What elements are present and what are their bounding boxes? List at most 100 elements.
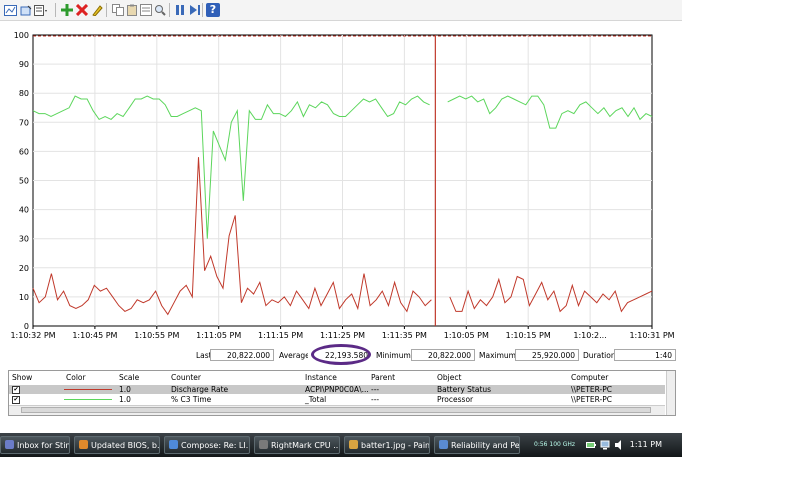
column-header-counter[interactable]: Counter	[171, 373, 201, 382]
task-label: Updated BIOS, b...	[91, 441, 160, 450]
minimum-label: Minimum	[376, 351, 411, 360]
y-tick-label: 50	[19, 177, 29, 186]
taskbar-button[interactable]: Inbox for Stinger...	[0, 436, 70, 454]
add-counter-icon[interactable]	[60, 3, 74, 17]
y-tick-label: 60	[19, 147, 29, 156]
average-highlight-circle	[311, 344, 371, 365]
x-tick-label: 1:10:05 PM	[444, 331, 489, 340]
battery-icon[interactable]	[586, 440, 596, 452]
paste-icon[interactable]	[125, 3, 139, 17]
scale-cell: 1.0	[119, 395, 131, 404]
y-tick-label: 40	[19, 206, 29, 215]
taskbar-button[interactable]: Updated BIOS, b...	[74, 436, 160, 454]
x-tick-label: 1:11:25 PM	[320, 331, 365, 340]
y-tick-label: 70	[19, 118, 29, 127]
scale-cell: 1.0	[119, 385, 131, 394]
taskbar-button[interactable]: Compose: Re: LI...	[164, 436, 250, 454]
pause-icon[interactable]	[173, 3, 187, 17]
horizontal-scroll-thumb[interactable]	[21, 407, 651, 413]
toolbar: ?	[0, 0, 682, 21]
app-icon	[5, 440, 14, 449]
table-row[interactable]: ✔ 1.0 Discharge Rate ACPI\PNP0C0A\... --…	[9, 385, 665, 394]
object-cell: Battery Status	[437, 385, 492, 394]
task-label: Inbox for Stinger...	[17, 441, 70, 450]
toolbar-separator	[55, 3, 56, 17]
view-report-icon[interactable]	[34, 3, 48, 17]
y-tick-label: 10	[19, 293, 29, 302]
average-label: Average	[279, 351, 310, 360]
column-header-object[interactable]: Object	[437, 373, 461, 382]
counter-cell: Discharge Rate	[171, 385, 229, 394]
computer-cell: \\PETER-PC	[571, 395, 613, 404]
y-tick-label: 30	[19, 235, 29, 244]
duration-label: Duration	[583, 351, 616, 360]
help-label: ?	[209, 3, 217, 16]
system-tray: 0:56 100 GHz 1:11 PM	[530, 436, 682, 454]
column-header-scale[interactable]: Scale	[119, 373, 139, 382]
table-row[interactable]: ✔ 1.0 % C3 Time _Total --- Processor \\P…	[9, 395, 665, 404]
task-label: batter1.jpg - Paint	[361, 441, 430, 450]
toolbar-separator	[169, 3, 170, 17]
x-tick-label: 1:11:05 PM	[196, 331, 241, 340]
y-tick-label: 80	[19, 89, 29, 98]
last-value: 20,822.000	[210, 349, 274, 361]
vertical-scrollbar[interactable]	[666, 371, 675, 415]
minimum-value: 20,822.000	[411, 349, 475, 361]
task-label: RightMark CPU ...	[271, 441, 340, 450]
x-tick-label: 1:10:2...	[573, 331, 606, 340]
app-icon	[439, 440, 448, 449]
parent-cell: ---	[371, 385, 380, 394]
copy-icon[interactable]	[111, 3, 125, 17]
task-label: Reliability and Pe...	[451, 441, 520, 450]
toolbar-separator	[202, 3, 203, 17]
app-icon	[259, 440, 268, 449]
computer-cell: \\PETER-PC	[571, 385, 613, 394]
instance-cell: _Total	[305, 395, 327, 404]
y-tick-label: 100	[14, 31, 29, 40]
taskbar-button[interactable]: batter1.jpg - Paint	[344, 436, 430, 454]
y-tick-label: 90	[19, 60, 29, 69]
x-tick-label: 1:10:32 PM	[10, 331, 55, 340]
column-header-computer[interactable]: Computer	[571, 373, 608, 382]
color-swatch	[64, 389, 112, 390]
x-tick-label: 1:11:35 PM	[382, 331, 427, 340]
x-tick-label: 1:10:55 PM	[134, 331, 179, 340]
column-header-parent[interactable]: Parent	[371, 373, 395, 382]
horizontal-scrollbar[interactable]	[9, 405, 665, 415]
column-header-show[interactable]: Show	[12, 373, 32, 382]
instance-cell: ACPI\PNP0C0A\...	[305, 385, 369, 394]
column-header-color[interactable]: Color	[66, 373, 86, 382]
taskbar-button[interactable]: Reliability and Pe...	[434, 436, 520, 454]
taskbar-button[interactable]: RightMark CPU ...	[254, 436, 340, 454]
show-checkbox[interactable]: ✔	[12, 386, 20, 394]
counter-cell: % C3 Time	[171, 395, 212, 404]
next-icon[interactable]	[188, 3, 202, 17]
x-tick-label: 1:10:15 PM	[506, 331, 551, 340]
tray-meter: 0:56 100 GHz	[534, 441, 576, 448]
help-icon[interactable]: ?	[206, 3, 220, 17]
y-tick-label: 0	[24, 322, 29, 331]
app-icon	[349, 440, 358, 449]
highlight-icon[interactable]	[90, 3, 104, 17]
clock[interactable]: 1:11 PM	[630, 436, 662, 454]
volume-icon[interactable]	[614, 440, 624, 452]
counter-table: Show Color Scale Counter Instance Parent…	[8, 370, 676, 416]
show-checkbox[interactable]: ✔	[12, 396, 20, 404]
delete-counter-icon[interactable]	[75, 3, 89, 17]
object-cell: Processor	[437, 395, 474, 404]
parent-cell: ---	[371, 395, 380, 404]
app-icon	[169, 440, 178, 449]
copy-properties-icon[interactable]	[19, 3, 33, 17]
performance-chart[interactable]: 10090807060504030201001:10:32 PM 1:10:45 …	[0, 20, 682, 345]
properties-icon[interactable]	[139, 3, 153, 17]
x-tick-label: 1:10:45 PM	[72, 331, 117, 340]
y-tick-label: 20	[19, 264, 29, 273]
x-tick-label: 1:10:31 PM	[629, 331, 674, 340]
column-header-instance[interactable]: Instance	[305, 373, 337, 382]
view-graph-icon[interactable]	[3, 3, 17, 17]
maximum-value: 25,920.000	[515, 349, 579, 361]
duration-value: 1:40	[614, 349, 676, 361]
task-label: Compose: Re: LI...	[181, 441, 250, 450]
zoom-icon[interactable]	[153, 3, 167, 17]
network-icon[interactable]	[600, 440, 610, 452]
